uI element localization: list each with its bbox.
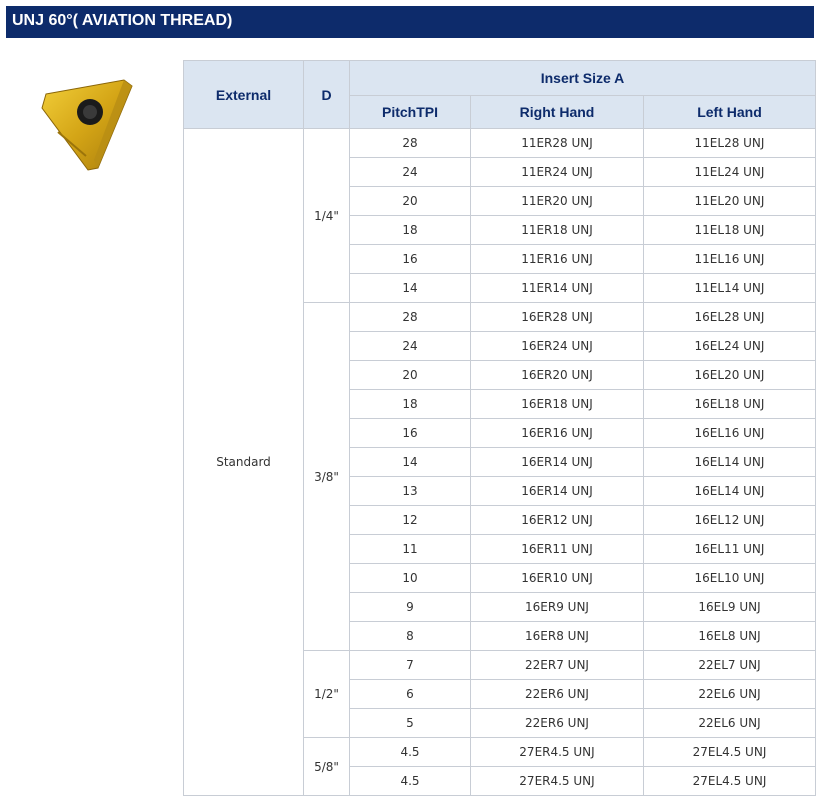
pitch-cell: 9 — [349, 592, 471, 622]
left-hand-cell: 11EL18 UNJ — [643, 215, 816, 245]
pitch-cell: 8 — [349, 621, 471, 651]
right-hand-cell: 27ER4.5 UNJ — [470, 766, 644, 796]
header-insert-size: Insert Size A — [349, 60, 816, 96]
pitch-cell: 4.5 — [349, 737, 471, 767]
right-hand-cell: 11ER20 UNJ — [470, 186, 644, 216]
header-external: External — [183, 60, 304, 129]
pitch-cell: 28 — [349, 302, 471, 332]
title-bar: UNJ 60°( AVIATION THREAD) — [6, 6, 814, 38]
right-hand-cell: 11ER18 UNJ — [470, 215, 644, 245]
left-hand-cell: 11EL28 UNJ — [643, 128, 816, 158]
right-hand-cell: 11ER16 UNJ — [470, 244, 644, 274]
header-d: D — [303, 60, 350, 129]
left-hand-cell: 22EL6 UNJ — [643, 708, 816, 738]
right-hand-cell: 16ER28 UNJ — [470, 302, 644, 332]
right-hand-cell: 16ER24 UNJ — [470, 331, 644, 361]
right-hand-cell: 11ER24 UNJ — [470, 157, 644, 187]
pitch-cell: 5 — [349, 708, 471, 738]
right-hand-cell: 16ER14 UNJ — [470, 476, 644, 506]
right-hand-cell: 16ER14 UNJ — [470, 447, 644, 477]
right-hand-cell: 22ER6 UNJ — [470, 679, 644, 709]
right-hand-cell: 11ER28 UNJ — [470, 128, 644, 158]
pitch-cell: 14 — [349, 273, 471, 303]
header-pitch: PitchTPI — [349, 95, 471, 129]
diameter-cell: 1/2" — [303, 650, 350, 738]
left-hand-cell: 16EL20 UNJ — [643, 360, 816, 390]
pitch-cell: 16 — [349, 244, 471, 274]
left-hand-cell: 16EL14 UNJ — [643, 447, 816, 477]
pitch-cell: 16 — [349, 418, 471, 448]
pitch-cell: 24 — [349, 157, 471, 187]
left-hand-cell: 27EL4.5 UNJ — [643, 766, 816, 796]
diameter-cell: 5/8" — [303, 737, 350, 796]
thread-spec-table: External D Insert Size A PitchTPI Right … — [183, 60, 816, 796]
right-hand-cell: 16ER8 UNJ — [470, 621, 644, 651]
pitch-cell: 20 — [349, 186, 471, 216]
pitch-cell: 13 — [349, 476, 471, 506]
diameter-cell: 3/8" — [303, 302, 350, 651]
pitch-cell: 10 — [349, 563, 471, 593]
header-left-hand: Left Hand — [643, 95, 816, 129]
pitch-cell: 12 — [349, 505, 471, 535]
left-hand-cell: 16EL18 UNJ — [643, 389, 816, 419]
left-hand-cell: 16EL14 UNJ — [643, 476, 816, 506]
left-hand-cell: 16EL28 UNJ — [643, 302, 816, 332]
pitch-cell: 24 — [349, 331, 471, 361]
header-right-hand: Right Hand — [470, 95, 644, 129]
left-hand-cell: 11EL14 UNJ — [643, 273, 816, 303]
table-row: Standard 1/4" 28 11ER28 UNJ 11EL28 UNJ — [183, 128, 816, 796]
right-hand-cell: 16ER11 UNJ — [470, 534, 644, 564]
left-hand-cell: 16EL9 UNJ — [643, 592, 816, 622]
right-hand-cell: 16ER20 UNJ — [470, 360, 644, 390]
pitch-cell: 11 — [349, 534, 471, 564]
page-title: UNJ 60°( AVIATION THREAD) — [12, 12, 233, 29]
pitch-cell: 14 — [349, 447, 471, 477]
left-hand-cell: 22EL7 UNJ — [643, 650, 816, 680]
pitch-cell: 20 — [349, 360, 471, 390]
right-hand-cell: 22ER6 UNJ — [470, 708, 644, 738]
right-hand-cell: 27ER4.5 UNJ — [470, 737, 644, 767]
threading-insert-image — [41, 79, 133, 171]
left-hand-cell: 16EL11 UNJ — [643, 534, 816, 564]
pitch-cell: 18 — [349, 389, 471, 419]
left-hand-cell: 16EL10 UNJ — [643, 563, 816, 593]
pitch-cell: 18 — [349, 215, 471, 245]
right-hand-cell: 11ER14 UNJ — [470, 273, 644, 303]
right-hand-cell: 16ER12 UNJ — [470, 505, 644, 535]
left-hand-cell: 16EL24 UNJ — [643, 331, 816, 361]
left-hand-cell: 16EL8 UNJ — [643, 621, 816, 651]
right-hand-cell: 16ER18 UNJ — [470, 389, 644, 419]
pitch-cell: 7 — [349, 650, 471, 680]
right-hand-cell: 16ER10 UNJ — [470, 563, 644, 593]
left-hand-cell: 22EL6 UNJ — [643, 679, 816, 709]
left-hand-cell: 11EL20 UNJ — [643, 186, 816, 216]
diameter-cell: 1/4" — [303, 128, 350, 303]
external-cell: Standard — [183, 128, 304, 796]
left-hand-cell: 11EL16 UNJ — [643, 244, 816, 274]
left-hand-cell: 16EL16 UNJ — [643, 418, 816, 448]
table-body: Standard 1/4" 28 11ER28 UNJ 11EL28 UNJ 24 11ER… — [183, 128, 816, 796]
pitch-cell: 28 — [349, 128, 471, 158]
right-hand-cell: 16ER16 UNJ — [470, 418, 644, 448]
left-hand-cell: 27EL4.5 UNJ — [643, 737, 816, 767]
left-hand-cell: 11EL24 UNJ — [643, 157, 816, 187]
right-hand-cell: 22ER7 UNJ — [470, 650, 644, 680]
right-hand-cell: 16ER9 UNJ — [470, 592, 644, 622]
left-hand-cell: 16EL12 UNJ — [643, 505, 816, 535]
pitch-cell: 4.5 — [349, 766, 471, 796]
pitch-cell: 6 — [349, 679, 471, 709]
